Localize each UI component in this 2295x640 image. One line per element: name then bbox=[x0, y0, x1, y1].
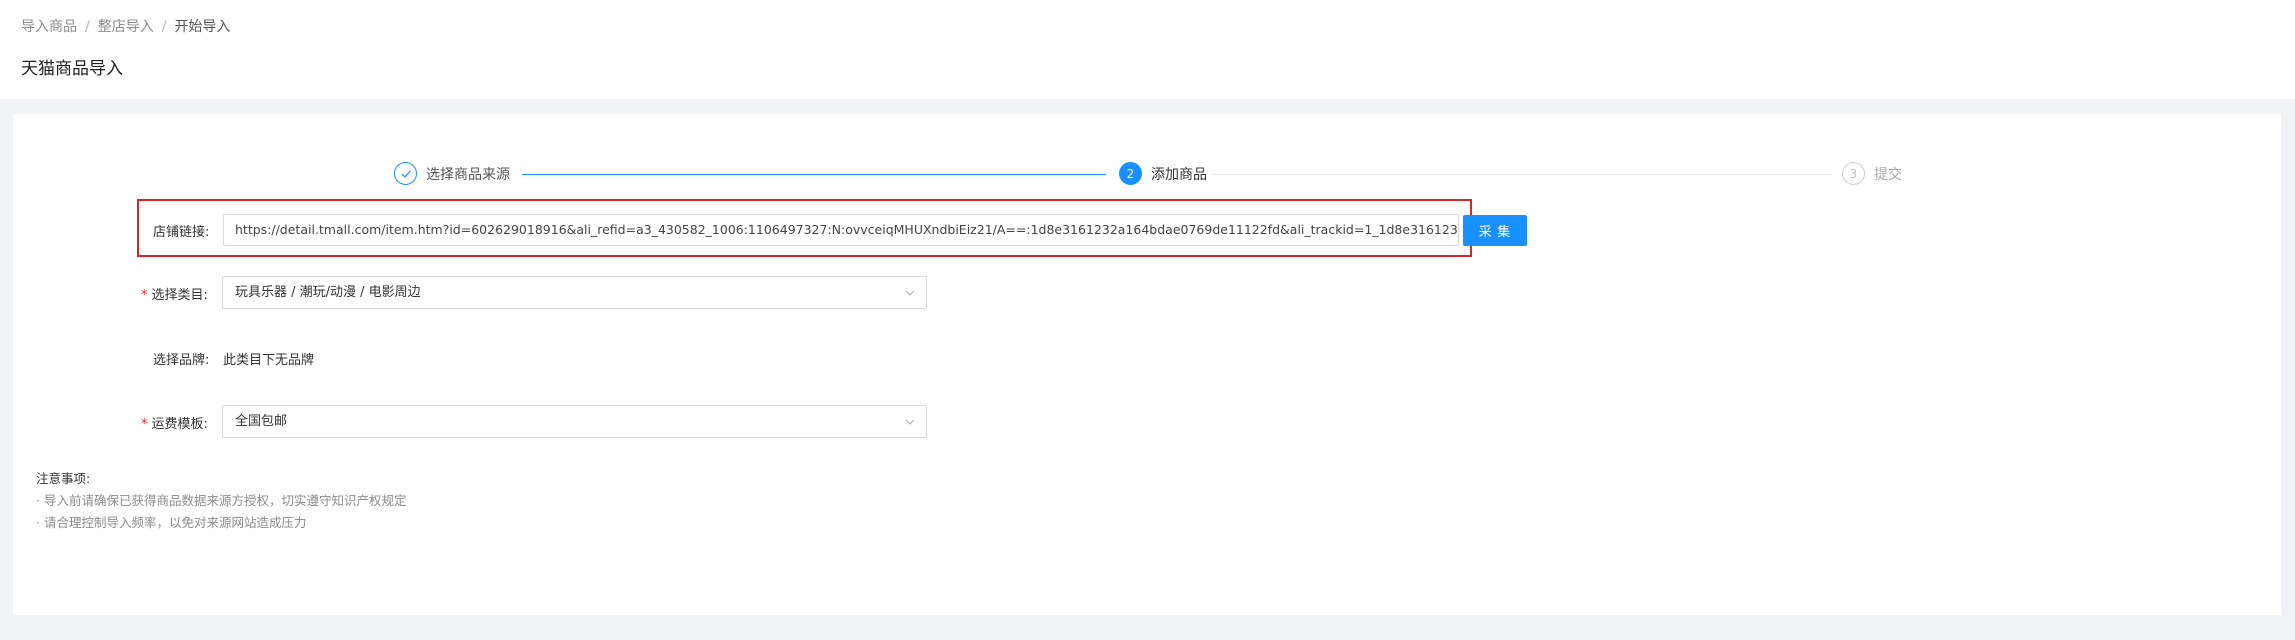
brand-value: 此类目下无品牌 bbox=[223, 353, 315, 368]
step-add-goods: 2 添加商品 bbox=[1119, 162, 1207, 185]
import-form-card: 选择商品来源 2 添加商品 3 提交 店铺链接: https://detail.… bbox=[13, 114, 2281, 615]
category-label: * 选择类目: bbox=[141, 284, 208, 303]
category-select-value: 玩具乐器 / 潮玩/动漫 / 电影周边 bbox=[235, 285, 421, 300]
step-label: 添加商品 bbox=[1151, 166, 1207, 183]
required-mark: * bbox=[141, 417, 148, 432]
brand-label: 选择品牌: bbox=[153, 353, 210, 368]
step-connector-finished bbox=[522, 174, 1106, 175]
breadcrumb-separator: / bbox=[85, 19, 90, 35]
store-link-input[interactable]: https://detail.tmall.com/item.htm?id=602… bbox=[223, 214, 1459, 246]
step-number: 2 bbox=[1119, 162, 1142, 185]
step-select-source: 选择商品来源 bbox=[394, 162, 510, 185]
step-connector-pending bbox=[1212, 174, 1832, 175]
required-mark: * bbox=[141, 288, 148, 303]
step-number: 3 bbox=[1842, 162, 1865, 185]
breadcrumb: 导入商品 / 整店导入 / 开始导入 bbox=[21, 16, 230, 36]
checkmark-icon bbox=[394, 162, 417, 185]
shipping-template-label: * 运费模板: bbox=[141, 413, 208, 432]
step-submit: 3 提交 bbox=[1842, 162, 1902, 185]
collect-button[interactable]: 采 集 bbox=[1463, 215, 1527, 246]
breadcrumb-item-store-import[interactable]: 整店导入 bbox=[98, 19, 154, 35]
step-label: 选择商品来源 bbox=[426, 166, 510, 183]
category-select[interactable]: 玩具乐器 / 潮玩/动漫 / 电影周边 bbox=[222, 276, 927, 309]
page-title: 天猫商品导入 bbox=[21, 59, 123, 79]
category-label-text: 选择类目: bbox=[151, 288, 208, 303]
notes-section: 注意事项: · 导入前请确保已获得商品数据来源方授权，切实遵守知识产权规定 · … bbox=[36, 468, 406, 534]
shipping-template-select[interactable]: 全国包邮 bbox=[222, 405, 927, 438]
breadcrumb-item-start-import: 开始导入 bbox=[174, 19, 231, 35]
page-header: 导入商品 / 整店导入 / 开始导入 天猫商品导入 bbox=[0, 0, 2295, 99]
breadcrumb-separator: / bbox=[161, 19, 167, 35]
chevron-down-icon bbox=[905, 290, 915, 296]
notes-title: 注意事项: bbox=[36, 471, 91, 486]
shipping-template-select-value: 全国包邮 bbox=[235, 414, 288, 429]
notes-item: · 请合理控制导入频率，以免对来源网站造成压力 bbox=[36, 515, 307, 530]
notes-item: · 导入前请确保已获得商品数据来源方授权，切实遵守知识产权规定 bbox=[36, 493, 407, 508]
chevron-down-icon bbox=[905, 419, 915, 425]
step-label: 提交 bbox=[1874, 166, 1902, 183]
breadcrumb-item-import-goods[interactable]: 导入商品 bbox=[21, 19, 77, 35]
shipping-template-label-text: 运费模板: bbox=[151, 417, 208, 432]
store-link-label: 店铺链接: bbox=[153, 225, 210, 240]
